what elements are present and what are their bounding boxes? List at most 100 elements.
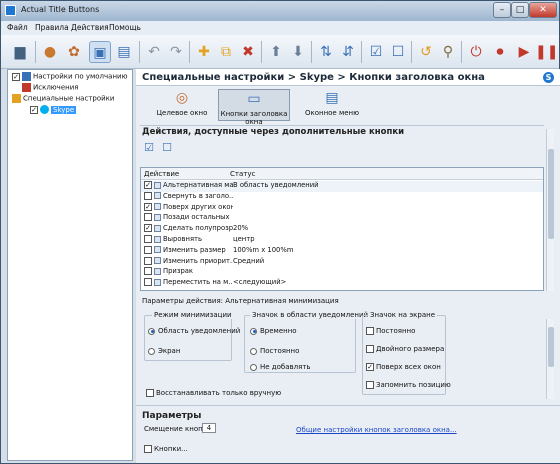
menu-actions[interactable]: Действия <box>71 23 109 32</box>
checkbox[interactable] <box>146 389 154 397</box>
radio-do-not-add[interactable]: Не добавлять <box>250 363 311 371</box>
table-row[interactable]: Выровнять центр <box>141 235 543 246</box>
move-up-icon[interactable]: ⬆ <box>265 41 287 63</box>
radio[interactable] <box>250 363 257 371</box>
actions-table[interactable]: Действие Статус ✓ Альтернативная ма...В о… <box>140 167 544 291</box>
rule-add-icon[interactable]: ● <box>39 41 61 63</box>
checkbox[interactable] <box>144 445 152 453</box>
menu-file[interactable]: Файл <box>7 23 28 32</box>
checkbox[interactable] <box>366 327 374 335</box>
new-folder-icon[interactable]: ✚ <box>193 41 215 63</box>
stop-icon[interactable]: ⏺ <box>489 41 511 63</box>
title-buttons-icon: ▭ <box>247 91 261 107</box>
menu-rules[interactable]: Правила <box>35 23 69 32</box>
screen-icon-title: Значок на экране <box>368 311 438 319</box>
table-row[interactable]: Позади остальных <box>141 213 543 224</box>
radio[interactable] <box>250 327 257 335</box>
radio-permanent[interactable]: Постоянно <box>250 347 299 355</box>
checkbox-remember-position[interactable]: Запомнить позицию <box>366 381 451 389</box>
table-row[interactable]: Изменить размер 100%m x 100%m <box>141 245 543 257</box>
toolbar-separator <box>139 41 140 63</box>
broom-icon[interactable]: ⚲ <box>437 41 459 63</box>
minimize-button[interactable]: – <box>493 2 511 18</box>
tree-item-default[interactable]: ✓ Настройки по умолчанию <box>12 72 127 83</box>
play-icon[interactable]: ▶ <box>513 41 535 63</box>
exceptions-icon[interactable]: ▣ <box>89 41 111 63</box>
checkbox[interactable] <box>144 213 152 222</box>
checkbox-restore-manual[interactable]: Восстанавливать только вручную <box>146 389 281 397</box>
view-title-buttons[interactable]: ▭ Кнопки заголовка окна <box>218 89 290 126</box>
move-down-icon[interactable]: ⬇ <box>287 41 309 63</box>
close-button[interactable]: ✕ <box>529 2 557 18</box>
checkbox[interactable]: ✓ <box>366 363 374 371</box>
power-icon[interactable]: ⏻ <box>465 41 487 63</box>
checkbox[interactable]: ✓ <box>144 202 152 211</box>
title-bar[interactable]: Actual Title Buttons – □ ✕ <box>1 1 559 21</box>
checkbox[interactable] <box>144 278 152 287</box>
checkbox[interactable] <box>366 345 374 353</box>
radio-screen[interactable]: Экран <box>148 347 180 355</box>
delete-icon[interactable]: ✖ <box>237 41 259 63</box>
checkbox[interactable] <box>144 235 152 243</box>
checkbox-topmost[interactable]: ✓ Поверх всех окон <box>366 363 441 371</box>
table-row[interactable]: ✓ Альтернативная ма...В область уведомлен… <box>141 181 543 192</box>
rules-tree[interactable]: ✓ Настройки по умолчанию Исключения Специ… <box>7 69 133 461</box>
checkbox[interactable]: ✓ <box>144 224 152 233</box>
table-row[interactable]: Свернуть в заголо... <box>141 191 543 203</box>
save-icon[interactable]: ▆ <box>9 41 31 63</box>
skype-help-icon[interactable]: S <box>543 72 554 83</box>
checkbox[interactable]: ✓ <box>30 105 38 114</box>
tree-item-exceptions[interactable]: Исключения <box>22 83 78 94</box>
checkbox[interactable]: ✓ <box>12 72 20 81</box>
checkbox[interactable] <box>144 245 152 254</box>
view-target-window[interactable]: ◎ Целевое окно <box>146 89 218 121</box>
table-row[interactable]: Переместить на м...<следующий> <box>141 278 543 289</box>
radio-temporary[interactable]: Временно <box>250 327 297 335</box>
sort-za-icon[interactable]: ⇵ <box>337 41 359 63</box>
maximize-button[interactable]: □ <box>511 2 529 18</box>
pause-icon[interactable]: ❚❚ <box>535 41 558 63</box>
offset-spinner[interactable]: 4 <box>202 423 216 433</box>
radio[interactable] <box>148 347 155 355</box>
partial-bottom-option[interactable]: Кнопки... <box>144 445 188 453</box>
checkbox-permanent[interactable]: Постоянно <box>366 327 415 335</box>
general-settings-link[interactable]: Общие настройки кнопок заголовка окна... <box>296 426 457 434</box>
table-row[interactable]: Призрак <box>141 267 543 278</box>
uncheck-all-icon[interactable]: ☐ <box>387 41 409 63</box>
radio-tray[interactable]: Область уведомлений <box>148 327 240 335</box>
menu-help[interactable]: Помощь <box>109 23 141 32</box>
check-all-icon[interactable]: ☑ <box>142 141 156 155</box>
tree-item-skype[interactable]: ✓ Skype <box>30 105 77 116</box>
uncheck-all-icon[interactable]: ☐ <box>160 141 174 155</box>
checkbox[interactable] <box>144 267 152 276</box>
table-row[interactable]: ✓ Сделать полупрозр...20% <box>141 224 543 235</box>
copy-icon[interactable]: ⧉ <box>215 41 237 63</box>
checkbox[interactable] <box>144 191 152 200</box>
column-header-action[interactable]: Действие <box>141 168 227 180</box>
reset-icon[interactable]: ↺ <box>415 41 437 63</box>
checkbox[interactable]: ✓ <box>144 181 152 189</box>
view-window-menu[interactable]: ▤ Оконное меню <box>296 89 368 121</box>
sort-az-icon[interactable]: ⇅ <box>315 41 337 63</box>
main-panel: Специальные настройки > Skype > Кнопки з… <box>136 69 560 463</box>
special-settings-icon[interactable]: ▤ <box>113 41 135 63</box>
radio[interactable] <box>148 327 155 335</box>
checkbox-double-size[interactable]: Двойного размера <box>366 345 444 353</box>
params-scrollbar[interactable] <box>546 319 554 399</box>
table-row[interactable]: Изменить приорит...Средний <box>141 256 543 268</box>
table-scrollbar[interactable] <box>546 129 554 291</box>
checkbox[interactable] <box>144 256 152 265</box>
table-row[interactable]: ✓ Поверх других окон <box>141 202 543 214</box>
radio[interactable] <box>250 347 257 355</box>
tree-item-special[interactable]: Специальные настройки <box>12 94 114 105</box>
redo-icon[interactable]: ↷ <box>165 41 187 63</box>
action-icon <box>154 192 161 200</box>
menu-bar: Файл Правила Действия Помощь <box>1 21 559 35</box>
scrollbar-thumb[interactable] <box>548 149 554 239</box>
undo-icon[interactable]: ↶ <box>143 41 165 63</box>
check-all-icon[interactable]: ☑ <box>365 41 387 63</box>
scrollbar-thumb[interactable] <box>548 327 554 367</box>
rule-edit-icon[interactable]: ✿ <box>63 41 85 63</box>
checkbox[interactable] <box>366 381 374 389</box>
column-header-status[interactable]: Статус <box>227 168 543 180</box>
